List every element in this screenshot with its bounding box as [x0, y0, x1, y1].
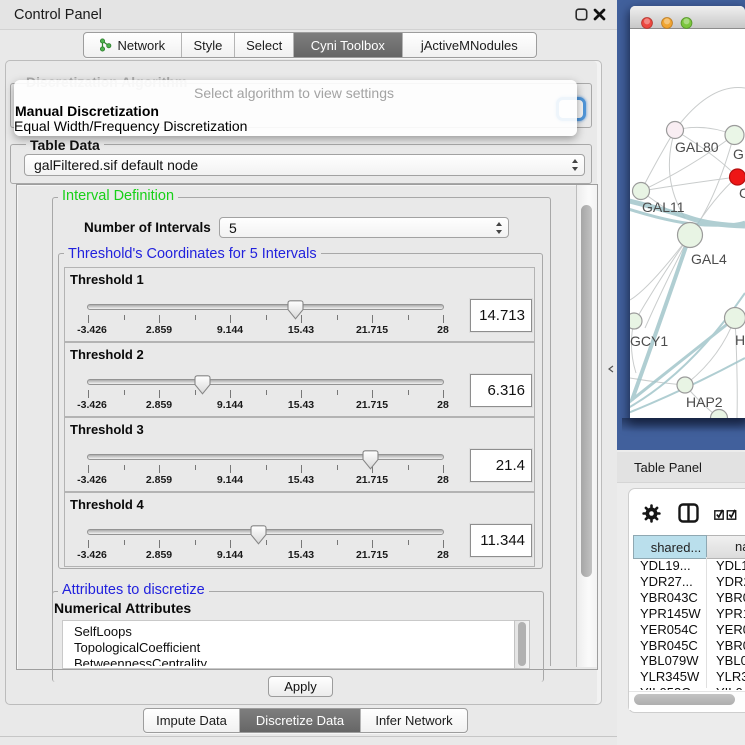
svg-text:GCY1: GCY1 — [630, 333, 668, 349]
svg-text:H: H — [735, 332, 745, 348]
svg-text:GAL11: GAL11 — [642, 199, 685, 215]
svg-text:GAL80: GAL80 — [675, 139, 719, 155]
svg-text:HAP2: HAP2 — [686, 394, 723, 410]
svg-text:GAL4: GAL4 — [691, 251, 727, 267]
svg-text:G: G — [733, 146, 744, 162]
svg-text:C: C — [739, 185, 745, 201]
